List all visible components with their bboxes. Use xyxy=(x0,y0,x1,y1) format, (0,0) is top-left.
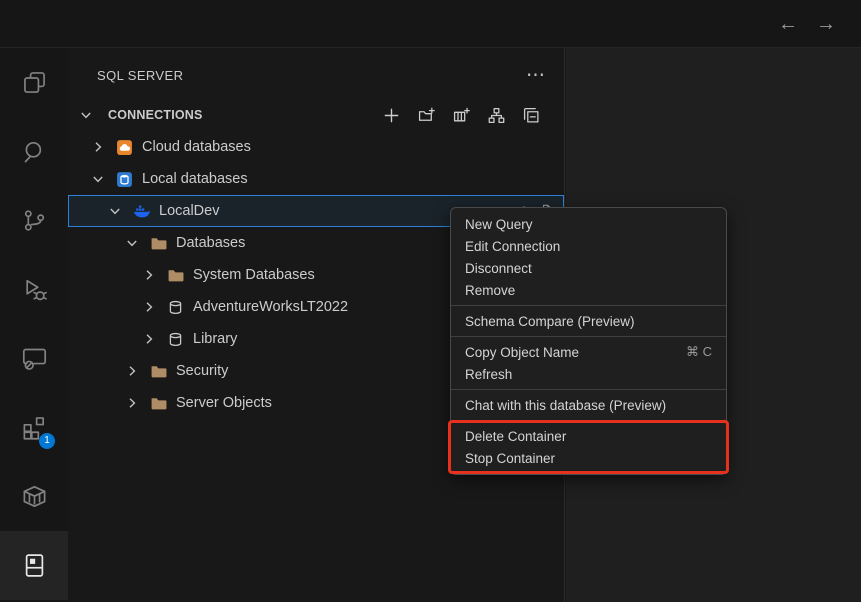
menu-item-label: Chat with this database (Preview) xyxy=(465,398,666,413)
activity-item-extensions[interactable]: 1 xyxy=(0,393,68,462)
menu-item-label: Disconnect xyxy=(465,261,532,276)
add-connection-icon[interactable] xyxy=(383,107,400,124)
menu-item-delete-container[interactable]: Delete Container xyxy=(451,425,726,447)
chevron-right-icon xyxy=(141,299,157,315)
menu-item-label: Edit Connection xyxy=(465,239,560,254)
title-bar: ← → xyxy=(0,0,861,48)
tree-item-label: AdventureWorksLT2022 xyxy=(193,299,348,315)
new-connection-group-icon[interactable] xyxy=(418,107,435,124)
tree-item-label: Cloud databases xyxy=(142,139,251,155)
chevron-down-icon xyxy=(124,235,140,251)
tree-item-cloud-databases[interactable]: Cloud databases xyxy=(68,131,564,163)
git-branch-icon xyxy=(21,207,48,234)
menu-item-label: Remove xyxy=(465,283,515,298)
collapse-all-icon[interactable] xyxy=(523,107,540,124)
vscode-window: ← → xyxy=(0,0,861,602)
menu-group-container-actions: Delete Container Stop Container xyxy=(451,425,726,469)
extensions-count-badge: 1 xyxy=(39,433,55,449)
database-icon xyxy=(167,299,184,316)
menu-group: New Query Edit Connection Disconnect Rem… xyxy=(451,213,726,301)
menu-item-new-query[interactable]: New Query xyxy=(451,213,726,235)
menu-item-label: Stop Container xyxy=(465,451,555,466)
menu-item-label: Refresh xyxy=(465,367,512,382)
folder-icon xyxy=(167,267,184,284)
chevron-right-icon xyxy=(141,267,157,283)
menu-item-label: Schema Compare (Preview) xyxy=(465,314,635,329)
connect-hierarchy-icon[interactable] xyxy=(488,107,505,124)
menu-item-label: New Query xyxy=(465,217,533,232)
tree-item-local-databases[interactable]: Local databases xyxy=(68,163,564,195)
database-icon xyxy=(167,331,184,348)
docker-whale-icon xyxy=(133,203,150,220)
chevron-right-icon xyxy=(141,331,157,347)
new-deployment-icon[interactable] xyxy=(453,107,470,124)
tree-item-label: Server Objects xyxy=(176,395,272,411)
activity-item-sql-server[interactable] xyxy=(0,531,68,600)
activity-bar: 1 xyxy=(0,48,68,602)
chevron-down-icon xyxy=(107,203,123,219)
activity-item-run-debug[interactable] xyxy=(0,255,68,324)
chevron-right-icon xyxy=(90,139,106,155)
menu-item-schema-compare[interactable]: Schema Compare (Preview) xyxy=(451,310,726,332)
navigate-forward-icon[interactable]: → xyxy=(813,0,839,48)
tree-item-label: Library xyxy=(193,331,237,347)
menu-item-copy-object-name[interactable]: Copy Object Name ⌘ C xyxy=(451,341,726,363)
chevron-down-icon xyxy=(78,107,94,123)
menu-item-stop-container[interactable]: Stop Container xyxy=(451,447,726,469)
folder-icon xyxy=(150,395,167,412)
tree-item-label: Databases xyxy=(176,235,245,251)
menu-group: Schema Compare (Preview) xyxy=(451,310,726,332)
database-server-icon xyxy=(21,552,48,579)
menu-separator xyxy=(451,420,726,421)
sidebar-header: SQL SERVER ⋯ xyxy=(68,48,564,102)
chevron-right-icon xyxy=(124,395,140,411)
activity-item-source-control[interactable] xyxy=(0,186,68,255)
menu-separator xyxy=(451,336,726,337)
play-bug-icon xyxy=(21,276,48,303)
navigate-back-icon[interactable]: ← xyxy=(775,0,801,48)
chevron-down-icon xyxy=(90,171,106,187)
menu-item-refresh[interactable]: Refresh xyxy=(451,363,726,385)
search-icon xyxy=(21,138,48,165)
menu-item-shortcut: ⌘ C xyxy=(686,344,712,360)
panel-title: SQL SERVER xyxy=(97,68,526,83)
connections-toolbar xyxy=(383,107,564,124)
cloud-database-icon xyxy=(116,139,133,156)
folder-icon xyxy=(150,235,167,252)
context-menu: New Query Edit Connection Disconnect Rem… xyxy=(450,207,727,475)
activity-item-search[interactable] xyxy=(0,117,68,186)
menu-item-label: Delete Container xyxy=(465,429,566,444)
chevron-right-icon xyxy=(124,363,140,379)
tree-item-label: Security xyxy=(176,363,228,379)
activity-item-remote-explorer[interactable] xyxy=(0,324,68,393)
menu-item-remove[interactable]: Remove xyxy=(451,279,726,301)
menu-item-label: Copy Object Name xyxy=(465,345,579,360)
menu-item-disconnect[interactable]: Disconnect xyxy=(451,257,726,279)
activity-item-explorer[interactable] xyxy=(0,48,68,117)
menu-group: Copy Object Name ⌘ C Refresh xyxy=(451,341,726,385)
container-box-icon xyxy=(21,483,48,510)
menu-group: Chat with this database (Preview) xyxy=(451,394,726,416)
more-actions-icon[interactable]: ⋯ xyxy=(526,64,546,87)
tree-item-label: LocalDev xyxy=(159,203,219,219)
connections-section-header[interactable]: CONNECTIONS xyxy=(68,102,564,128)
tree-item-label: Local databases xyxy=(142,171,248,187)
local-database-icon xyxy=(116,171,133,188)
activity-item-containers[interactable] xyxy=(0,462,68,531)
connections-section-label: CONNECTIONS xyxy=(108,108,203,122)
copy-pages-icon xyxy=(21,69,48,96)
folder-icon xyxy=(150,363,167,380)
menu-separator xyxy=(451,305,726,306)
menu-item-chat-with-database[interactable]: Chat with this database (Preview) xyxy=(451,394,726,416)
menu-separator xyxy=(451,389,726,390)
screen-slash-icon xyxy=(21,345,48,372)
menu-item-edit-connection[interactable]: Edit Connection xyxy=(451,235,726,257)
tree-item-label: System Databases xyxy=(193,267,315,283)
